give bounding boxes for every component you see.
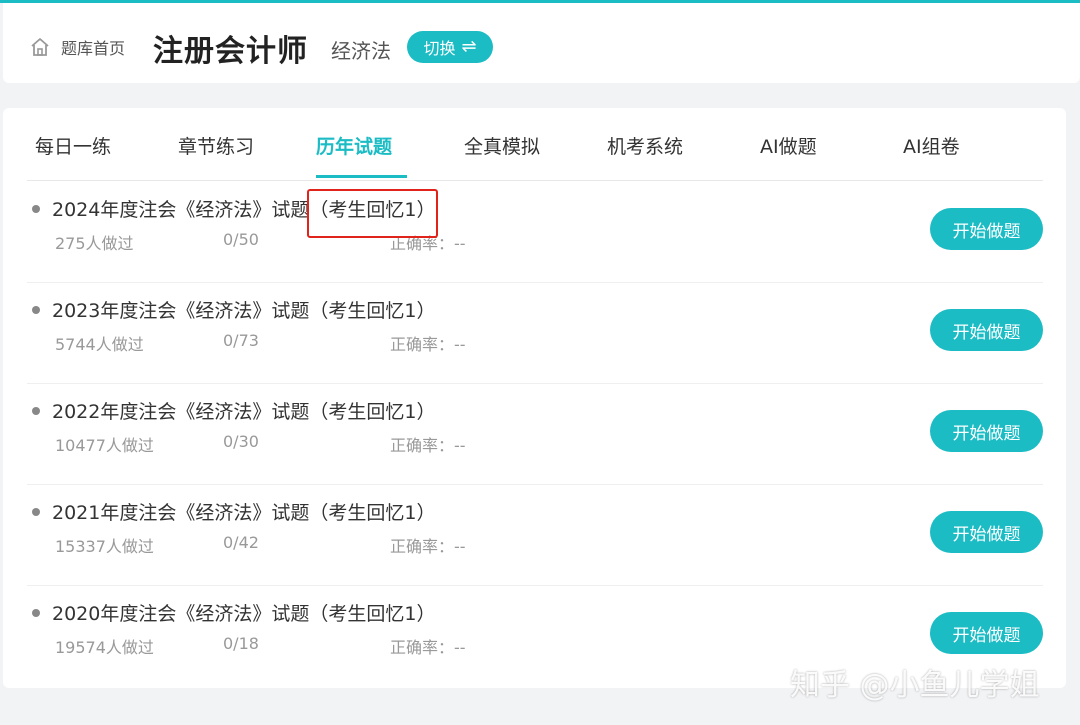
tab-ai-practice[interactable]: AI做题 xyxy=(760,132,817,159)
tab-bar: 每日一练 章节练习 历年试题 全真模拟 机考系统 AI做题 AI组卷 xyxy=(27,108,1043,181)
tab-ai-paper[interactable]: AI组卷 xyxy=(903,132,960,159)
exam-progress: 0/30 xyxy=(223,432,259,451)
tab-past-exams[interactable]: 历年试题 xyxy=(316,132,392,159)
tab-chapter-practice[interactable]: 章节练习 xyxy=(178,132,254,159)
start-practice-button[interactable]: 开始做题 xyxy=(930,410,1043,452)
exam-title[interactable]: 2022年度注会《经济法》试题（考生回忆1） xyxy=(52,397,435,424)
header-bar: 题库首页 注册会计师 经济法 切换 ⇌ xyxy=(3,3,1080,83)
active-tab-underline xyxy=(316,175,407,178)
exam-attempt-count: 19574人做过 xyxy=(55,638,154,657)
bullet-dot xyxy=(32,609,40,617)
subject-name: 经济法 xyxy=(331,39,391,63)
subject-title: 注册会计师 xyxy=(153,34,308,69)
exam-accuracy: 正确率：-- xyxy=(390,436,466,455)
swap-icon: ⇌ xyxy=(461,36,477,57)
content-card: 每日一练 章节练习 历年试题 全真模拟 机考系统 AI做题 AI组卷 2024年… xyxy=(3,108,1066,688)
exam-row: 2022年度注会《经济法》试题（考生回忆1） 10477人做过 0/30 正确率… xyxy=(27,383,1043,485)
start-practice-button[interactable]: 开始做题 xyxy=(930,208,1043,250)
start-practice-button[interactable]: 开始做题 xyxy=(930,511,1043,553)
start-practice-button[interactable]: 开始做题 xyxy=(930,309,1043,351)
annotation-highlight-box xyxy=(307,189,438,238)
exam-accuracy: 正确率：-- xyxy=(390,335,466,354)
exam-attempt-count: 10477人做过 xyxy=(55,436,154,455)
exam-title[interactable]: 2020年度注会《经济法》试题（考生回忆1） xyxy=(52,599,435,626)
exam-title[interactable]: 2023年度注会《经济法》试题（考生回忆1） xyxy=(52,296,435,323)
home-icon xyxy=(29,36,51,58)
exam-progress: 0/73 xyxy=(223,331,259,350)
exam-attempt-count: 275人做过 xyxy=(55,234,134,253)
exam-accuracy: 正确率：-- xyxy=(390,638,466,657)
home-label: 题库首页 xyxy=(61,39,126,58)
exam-progress: 0/18 xyxy=(223,634,259,653)
watermark-text: 知乎 @小鱼儿学姐 xyxy=(790,668,1040,703)
bullet-dot xyxy=(32,508,40,516)
exam-accuracy: 正确率：-- xyxy=(390,537,466,556)
exam-row: 2024年度注会《经济法》试题（考生回忆1） 275人做过 0/50 正确率：-… xyxy=(27,181,1043,283)
exam-attempt-count: 5744人做过 xyxy=(55,335,144,354)
exam-attempt-count: 15337人做过 xyxy=(55,537,154,556)
home-link[interactable]: 题库首页 xyxy=(29,35,125,59)
tab-mock-exam[interactable]: 全真模拟 xyxy=(464,132,540,159)
exam-progress: 0/50 xyxy=(223,230,259,249)
tab-computer-exam[interactable]: 机考系统 xyxy=(607,132,683,159)
start-practice-button[interactable]: 开始做题 xyxy=(930,612,1043,654)
exam-row: 2021年度注会《经济法》试题（考生回忆1） 15337人做过 0/42 正确率… xyxy=(27,484,1043,586)
bullet-dot xyxy=(32,306,40,314)
exam-row: 2023年度注会《经济法》试题（考生回忆1） 5744人做过 0/73 正确率：… xyxy=(27,282,1043,384)
tab-daily-practice[interactable]: 每日一练 xyxy=(35,132,111,159)
bullet-dot xyxy=(32,205,40,213)
exam-title[interactable]: 2021年度注会《经济法》试题（考生回忆1） xyxy=(52,498,435,525)
exam-progress: 0/42 xyxy=(223,533,259,552)
switch-label: 切换 xyxy=(423,39,456,58)
bullet-dot xyxy=(32,407,40,415)
switch-subject-button[interactable]: 切换 ⇌ xyxy=(407,31,493,63)
